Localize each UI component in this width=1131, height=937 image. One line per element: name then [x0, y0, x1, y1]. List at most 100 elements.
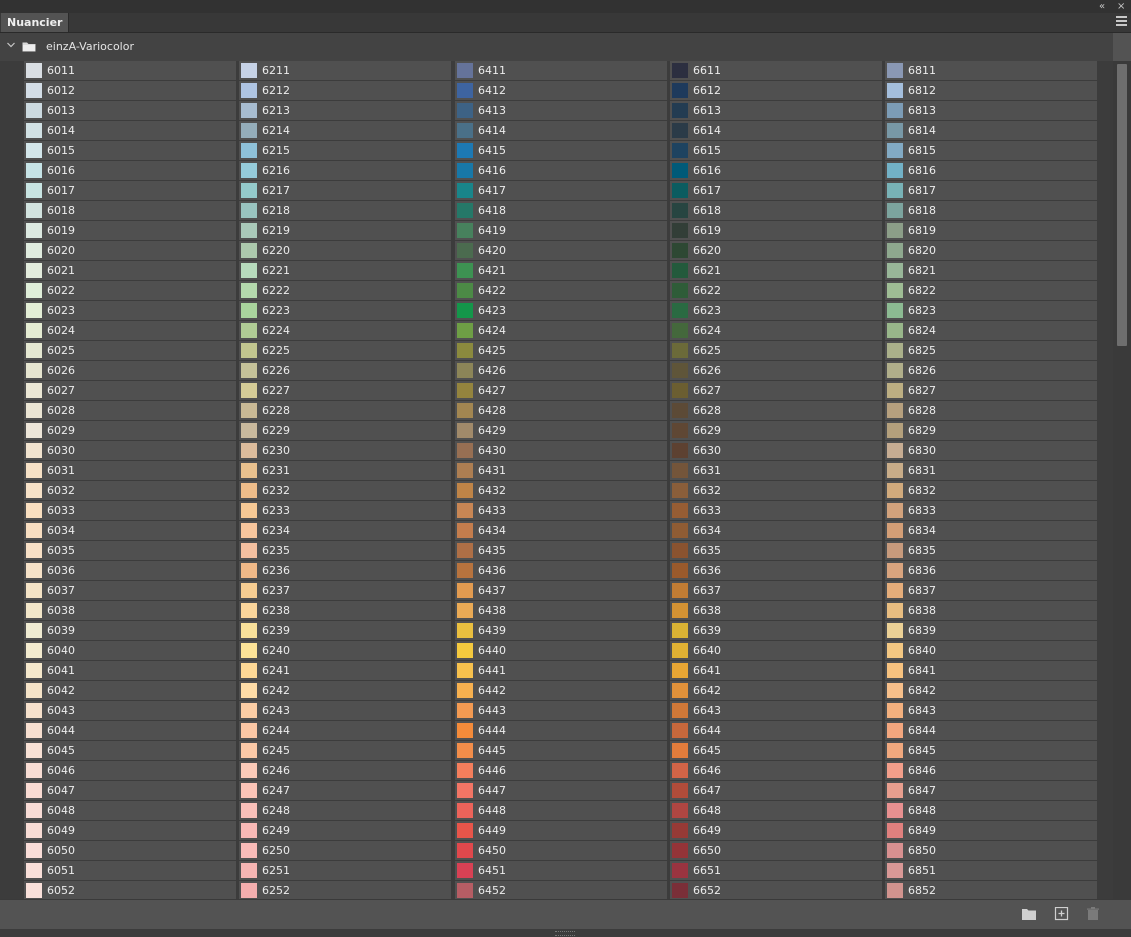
swatch-item[interactable]: 6652 [670, 881, 882, 899]
swatch-item[interactable]: 6438 [455, 601, 667, 620]
swatch-item[interactable]: 6815 [885, 141, 1097, 160]
swatch-item[interactable]: 6244 [239, 721, 451, 740]
swatch-item[interactable]: 6844 [885, 721, 1097, 740]
swatch-item[interactable]: 6229 [239, 421, 451, 440]
swatch-item[interactable]: 6248 [239, 801, 451, 820]
swatch-item[interactable]: 6651 [670, 861, 882, 880]
swatch-group-row[interactable]: einzA-Variocolor [0, 33, 1113, 61]
swatch-item[interactable]: 6236 [239, 561, 451, 580]
swatch-item[interactable]: 6037 [24, 581, 236, 600]
swatch-item[interactable]: 6648 [670, 801, 882, 820]
swatch-item[interactable]: 6650 [670, 841, 882, 860]
swatch-item[interactable]: 6448 [455, 801, 667, 820]
tab-nuancier[interactable]: Nuancier [1, 13, 70, 32]
swatch-item[interactable]: 6247 [239, 781, 451, 800]
swatch-item[interactable]: 6245 [239, 741, 451, 760]
swatch-item[interactable]: 6041 [24, 661, 236, 680]
swatch-item[interactable]: 6016 [24, 161, 236, 180]
swatch-item[interactable]: 6036 [24, 561, 236, 580]
swatch-item[interactable]: 6238 [239, 601, 451, 620]
close-panel-icon[interactable]: × [1117, 1, 1125, 12]
swatch-item[interactable]: 6431 [455, 461, 667, 480]
swatch-item[interactable]: 6435 [455, 541, 667, 560]
swatch-item[interactable]: 6243 [239, 701, 451, 720]
swatch-item[interactable]: 6819 [885, 221, 1097, 240]
swatch-item[interactable]: 6848 [885, 801, 1097, 820]
swatch-item[interactable]: 6015 [24, 141, 236, 160]
swatch-item[interactable]: 6627 [670, 381, 882, 400]
swatch-item[interactable]: 6425 [455, 341, 667, 360]
swatch-item[interactable]: 6230 [239, 441, 451, 460]
swatch-item[interactable]: 6017 [24, 181, 236, 200]
swatch-item[interactable]: 6842 [885, 681, 1097, 700]
swatch-item[interactable]: 6031 [24, 461, 236, 480]
swatch-item[interactable]: 6049 [24, 821, 236, 840]
swatch-item[interactable]: 6452 [455, 881, 667, 899]
swatch-item[interactable]: 6424 [455, 321, 667, 340]
swatch-item[interactable]: 6636 [670, 561, 882, 580]
swatch-item[interactable]: 6613 [670, 101, 882, 120]
swatch-item[interactable]: 6420 [455, 241, 667, 260]
swatch-item[interactable]: 6443 [455, 701, 667, 720]
swatch-item[interactable]: 6050 [24, 841, 236, 860]
swatch-item[interactable]: 6246 [239, 761, 451, 780]
swatch-item[interactable]: 6628 [670, 401, 882, 420]
new-group-folder-icon[interactable] [1021, 907, 1037, 921]
swatch-item[interactable]: 6421 [455, 261, 667, 280]
swatch-item[interactable]: 6042 [24, 681, 236, 700]
swatch-item[interactable]: 6432 [455, 481, 667, 500]
swatch-item[interactable]: 6827 [885, 381, 1097, 400]
swatch-item[interactable]: 6833 [885, 501, 1097, 520]
swatch-item[interactable]: 6226 [239, 361, 451, 380]
swatch-item[interactable]: 6048 [24, 801, 236, 820]
swatch-item[interactable]: 6439 [455, 621, 667, 640]
swatch-item[interactable]: 6251 [239, 861, 451, 880]
swatch-item[interactable]: 6024 [24, 321, 236, 340]
swatch-item[interactable]: 6412 [455, 81, 667, 100]
swatch-item[interactable]: 6034 [24, 521, 236, 540]
delete-trash-icon[interactable] [1085, 907, 1101, 921]
swatch-item[interactable]: 6823 [885, 301, 1097, 320]
collapse-panel-icon[interactable]: « [1099, 1, 1105, 12]
swatch-item[interactable]: 6816 [885, 161, 1097, 180]
swatch-item[interactable]: 6646 [670, 761, 882, 780]
swatch-item[interactable]: 6617 [670, 181, 882, 200]
swatch-item[interactable]: 6647 [670, 781, 882, 800]
swatch-item[interactable]: 6018 [24, 201, 236, 220]
swatch-item[interactable]: 6835 [885, 541, 1097, 560]
swatch-item[interactable]: 6619 [670, 221, 882, 240]
swatch-item[interactable]: 6220 [239, 241, 451, 260]
swatch-item[interactable]: 6817 [885, 181, 1097, 200]
swatch-item[interactable]: 6440 [455, 641, 667, 660]
swatch-item[interactable]: 6026 [24, 361, 236, 380]
scrollbar-thumb[interactable] [1117, 64, 1127, 346]
swatch-item[interactable]: 6825 [885, 341, 1097, 360]
swatch-item[interactable]: 6446 [455, 761, 667, 780]
swatch-item[interactable]: 6629 [670, 421, 882, 440]
swatch-item[interactable]: 6633 [670, 501, 882, 520]
swatch-item[interactable]: 6227 [239, 381, 451, 400]
swatch-item[interactable]: 6843 [885, 701, 1097, 720]
swatch-item[interactable]: 6223 [239, 301, 451, 320]
swatch-item[interactable]: 6213 [239, 101, 451, 120]
swatch-item[interactable]: 6252 [239, 881, 451, 899]
swatch-item[interactable]: 6840 [885, 641, 1097, 660]
swatch-item[interactable]: 6214 [239, 121, 451, 140]
swatch-item[interactable]: 6641 [670, 661, 882, 680]
swatch-item[interactable]: 6212 [239, 81, 451, 100]
swatch-item[interactable]: 6433 [455, 501, 667, 520]
swatch-item[interactable]: 6615 [670, 141, 882, 160]
swatch-item[interactable]: 6449 [455, 821, 667, 840]
swatch-item[interactable]: 6637 [670, 581, 882, 600]
swatch-item[interactable]: 6614 [670, 121, 882, 140]
swatch-item[interactable]: 6030 [24, 441, 236, 460]
swatch-item[interactable]: 6240 [239, 641, 451, 660]
swatch-item[interactable]: 6028 [24, 401, 236, 420]
swatch-item[interactable]: 6219 [239, 221, 451, 240]
swatch-item[interactable]: 6427 [455, 381, 667, 400]
swatch-item[interactable]: 6039 [24, 621, 236, 640]
swatch-item[interactable]: 6231 [239, 461, 451, 480]
swatch-item[interactable]: 6019 [24, 221, 236, 240]
swatch-item[interactable]: 6419 [455, 221, 667, 240]
swatch-item[interactable]: 6847 [885, 781, 1097, 800]
